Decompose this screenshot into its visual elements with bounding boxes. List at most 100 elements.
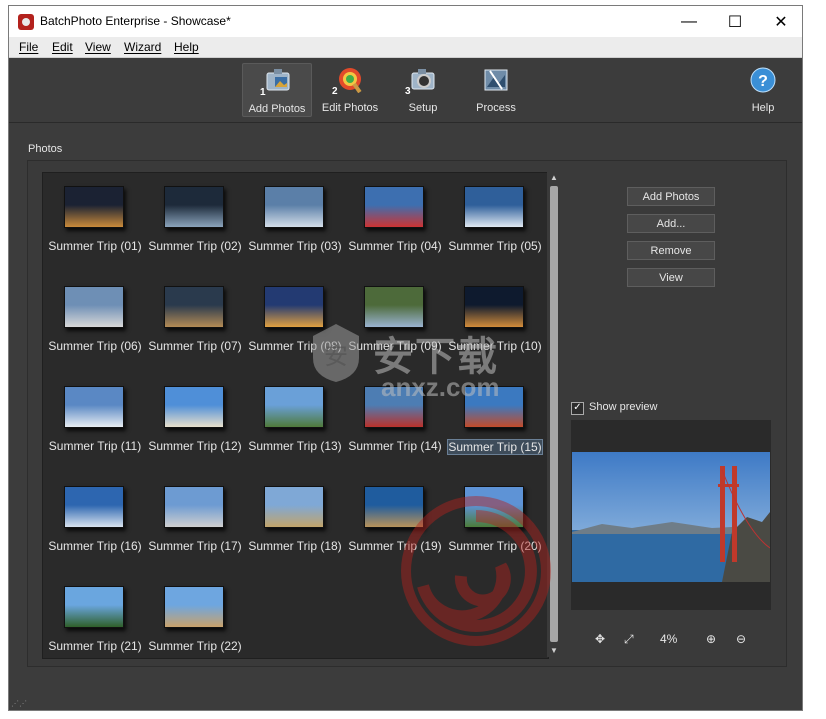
remove-button[interactable]: Remove [627, 241, 715, 260]
photo-thumbnail [164, 586, 224, 628]
photo-item[interactable]: Summer Trip (17) [147, 477, 243, 573]
photo-item[interactable]: Summer Trip (04) [347, 177, 443, 273]
photo-item[interactable]: Summer Trip (07) [147, 277, 243, 373]
photos-section-label: Photos [28, 143, 63, 155]
photo-thumbnail [64, 386, 124, 428]
photo-item[interactable]: Summer Trip (22) [147, 577, 243, 658]
svg-text:安: 安 [324, 342, 348, 370]
photo-thumbnail [364, 186, 424, 228]
menu-wizard[interactable]: Wizard [124, 40, 161, 54]
photo-item[interactable]: Summer Trip (03) [247, 177, 343, 273]
actual-size-icon[interactable]: ⤢ [624, 632, 634, 647]
view-button[interactable]: View [627, 268, 715, 287]
photo-label: Summer Trip (11) [48, 439, 142, 453]
menu-help[interactable]: Help [174, 40, 199, 54]
scroll-thumb[interactable] [550, 186, 558, 642]
wizard-toolbar: 1 Add Photos 2 Edit Photos 3 Setup Proce… [9, 58, 802, 123]
scroll-up-icon[interactable]: ▲ [547, 172, 561, 184]
add-photos-button[interactable]: Add Photos [627, 187, 715, 206]
zoom-in-icon[interactable]: ⊕ [706, 632, 716, 646]
title-bar: BatchPhoto Enterprise - Showcase* — ☐ ✕ [9, 6, 802, 37]
photo-thumbnail [264, 386, 324, 428]
step-setup-button[interactable]: 3 Setup [388, 63, 458, 117]
photo-label: Summer Trip (14) [348, 439, 442, 453]
menu-view[interactable]: View [85, 40, 111, 54]
photo-label: Summer Trip (22) [148, 639, 242, 653]
scroll-down-icon[interactable]: ▼ [547, 645, 561, 657]
photo-thumbnail [364, 286, 424, 328]
photo-thumbnail [164, 186, 224, 228]
maximize-button[interactable]: ☐ [712, 6, 758, 37]
menu-edit[interactable]: Edit [52, 40, 73, 54]
photo-label: Summer Trip (04) [348, 239, 442, 253]
add-photos-icon: 1 [260, 68, 292, 98]
zoom-out-icon[interactable]: ⊖ [736, 632, 746, 646]
photo-thumbnail [164, 386, 224, 428]
menu-file[interactable]: File [19, 40, 38, 54]
edit-photos-icon: 2 [332, 67, 364, 97]
step-edit-photos-button[interactable]: 2 Edit Photos [315, 63, 385, 117]
close-button[interactable]: ✕ [758, 6, 802, 37]
svg-text:?: ? [758, 73, 768, 90]
help-button[interactable]: ? Help [728, 63, 798, 117]
step-label: Add Photos [248, 103, 306, 115]
help-icon: ? [749, 67, 777, 93]
photo-label: Summer Trip (06) [48, 339, 142, 353]
photo-item[interactable]: Summer Trip (16) [47, 477, 143, 573]
photo-label: Summer Trip (07) [148, 339, 242, 353]
preview-image [572, 452, 770, 582]
step-add-photos-button[interactable]: 1 Add Photos [242, 63, 312, 117]
step-number: 2 [332, 86, 338, 97]
step-label: Process [476, 102, 516, 114]
show-preview-checkbox[interactable]: ✓ [571, 402, 584, 415]
photo-thumbnail [264, 186, 324, 228]
step-number: 1 [260, 87, 266, 98]
resize-grip-icon[interactable]: ⋰⋰ [11, 699, 27, 708]
photo-label: Summer Trip (05) [448, 239, 542, 253]
photo-thumbnail [64, 586, 124, 628]
help-label: Help [751, 102, 775, 114]
photo-item[interactable]: Summer Trip (01) [47, 177, 143, 273]
photo-label: Summer Trip (16) [48, 539, 142, 553]
setup-icon: 3 [405, 67, 437, 97]
photo-thumbnail [64, 486, 124, 528]
app-window: BatchPhoto Enterprise - Showcase* — ☐ ✕ … [8, 5, 803, 711]
photo-item[interactable]: Summer Trip (11) [47, 377, 143, 473]
step-number: 3 [405, 86, 411, 97]
photo-thumbnail [64, 186, 124, 228]
photo-item[interactable]: Summer Trip (13) [247, 377, 343, 473]
watermark-spiral-logo [401, 496, 551, 646]
photo-label: Summer Trip (21) [48, 639, 142, 653]
step-process-button[interactable]: Process [461, 63, 531, 117]
watermark-logo: 安 [305, 318, 367, 384]
zoom-level: 4% [660, 632, 678, 646]
app-logo-icon [18, 14, 34, 30]
add-button[interactable]: Add... [627, 214, 715, 233]
show-preview-label: Show preview [589, 401, 658, 413]
photo-thumbnail [164, 486, 224, 528]
menu-bar: File Edit View Wizard Help [9, 37, 802, 58]
photo-label: Summer Trip (12) [148, 439, 242, 453]
watermark-url: anxz.com [381, 372, 500, 402]
process-icon [482, 67, 510, 93]
minimize-button[interactable]: — [666, 6, 712, 37]
photo-item[interactable]: Summer Trip (21) [47, 577, 143, 658]
photo-label: Summer Trip (02) [148, 239, 242, 253]
fit-to-window-icon[interactable]: ✥ [595, 632, 605, 646]
photo-label: Summer Trip (03) [248, 239, 342, 253]
photo-label: Summer Trip (01) [48, 239, 142, 253]
photo-item[interactable]: Summer Trip (18) [247, 477, 343, 573]
photo-thumbnail [164, 286, 224, 328]
preview-pane [571, 420, 771, 610]
window-title: BatchPhoto Enterprise - Showcase* [40, 14, 231, 28]
photo-thumbnail [264, 486, 324, 528]
step-label: Setup [408, 102, 438, 114]
photo-label: Summer Trip (13) [248, 439, 342, 453]
photo-item[interactable]: Summer Trip (02) [147, 177, 243, 273]
photo-item[interactable]: Summer Trip (06) [47, 277, 143, 373]
photo-item[interactable]: Summer Trip (12) [147, 377, 243, 473]
photo-label: Summer Trip (18) [248, 539, 342, 553]
photo-thumbnail [64, 286, 124, 328]
photo-thumbnail [464, 286, 524, 328]
photo-item[interactable]: Summer Trip (05) [447, 177, 543, 273]
